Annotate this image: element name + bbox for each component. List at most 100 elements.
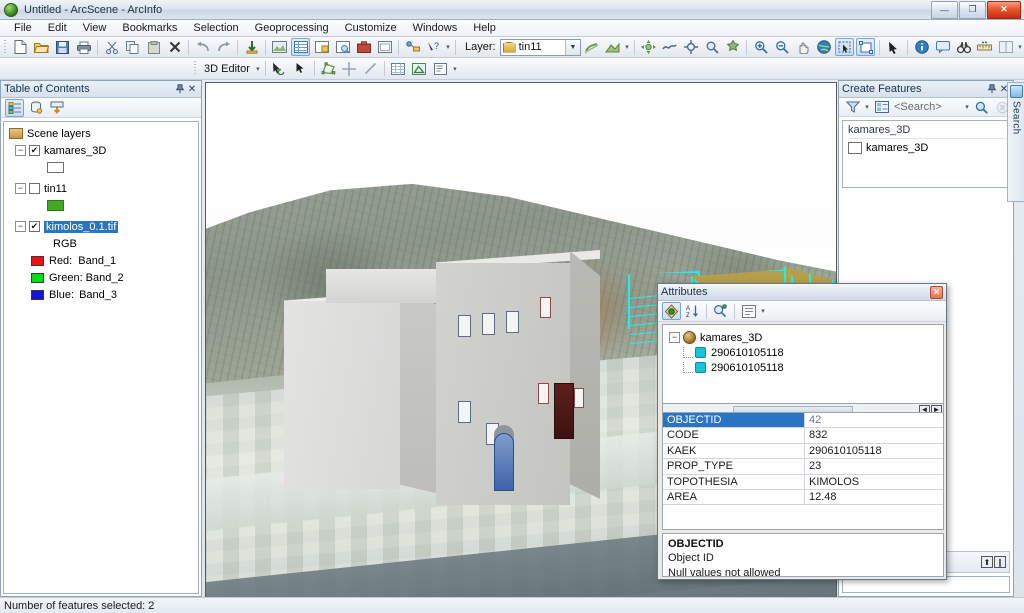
move-icon[interactable] [340,60,359,78]
field-value-cell[interactable]: 12.48 [805,490,943,504]
new-document-icon[interactable] [11,38,30,56]
delete-x-icon[interactable] [165,38,184,56]
field-value-cell[interactable]: KIMOLOS [805,475,943,489]
sketch-properties-icon[interactable] [410,60,429,78]
toc-symbol-kamares-3d[interactable] [47,160,198,175]
toolbar-grip[interactable] [3,39,8,55]
building-left-front[interactable] [284,301,400,489]
layer-checkbox-kamares-3d[interactable]: ✔ [29,145,40,156]
sort-ascending-icon[interactable]: AZ [683,302,702,320]
toc-root-scene-layers[interactable]: Scene layers [9,126,198,141]
menu-view[interactable]: View [75,21,115,35]
close-icon[interactable]: ✕ [186,83,198,95]
maximize-button[interactable]: ❐ [959,0,986,19]
field-value-cell[interactable]: 290610105118 [805,444,943,458]
show-selected-features-icon[interactable] [662,302,681,320]
model-builder-icon[interactable] [403,38,422,56]
zoom-in-icon[interactable] [751,38,770,56]
edit-vertices-arrow-icon[interactable] [291,60,310,78]
pan-hand-icon[interactable] [793,38,812,56]
find-binoculars-icon[interactable] [954,38,973,56]
white-polygon-swatch[interactable] [47,162,64,173]
pin-icon[interactable] [174,83,186,95]
green-polygon-swatch[interactable] [47,200,64,211]
layer-checkbox-kimolos-tif[interactable]: ✔ [29,221,40,232]
attributes-field-grid[interactable]: OBJECTID 42 CODE 832 KAEK 290610105118 P… [662,412,944,530]
construction-tools-toggle[interactable]: ⬆ [981,556,993,568]
redo-arrow-icon[interactable] [214,38,233,56]
organize-templates-icon[interactable] [872,98,891,116]
paste-icon[interactable] [144,38,163,56]
chevron-down-icon[interactable]: ▾ [963,98,971,116]
edit-placement-icon[interactable] [319,60,338,78]
toc-symbol-tin11[interactable] [47,198,198,213]
search-side-tab[interactable]: Search [1007,82,1024,202]
expander-icon[interactable]: − [15,183,26,194]
identify-icon[interactable] [912,38,931,56]
attributes-dialog[interactable]: Attributes ✕ AZ ▾ − kamares_3D 290610105… [657,283,947,580]
table-row[interactable]: OBJECTID 42 [663,413,943,429]
table-of-contents-icon[interactable] [291,38,310,56]
chevron-down-icon[interactable]: ▾ [254,60,262,78]
full-extent-globe-icon[interactable] [814,38,833,56]
attributes-feature-tree[interactable]: − kamares_3D 290610105118 290610105118 [662,324,944,404]
close-icon[interactable]: ✕ [930,285,943,299]
undo-arrow-icon[interactable] [193,38,212,56]
scene-properties-icon[interactable] [270,38,289,56]
attributes-tree-item[interactable]: 290610105118 [683,345,943,360]
toolbox-window-icon[interactable] [354,38,373,56]
attributes-tree-item[interactable]: 290610105118 [683,360,943,375]
layer-3d-effects-icon[interactable] [582,38,601,56]
zoom-out-icon[interactable] [772,38,791,56]
layer-shading-icon[interactable] [603,38,622,56]
blue-band-swatch[interactable] [31,289,44,300]
menu-selection[interactable]: Selection [185,21,246,35]
center-on-target-icon[interactable] [681,38,700,56]
expander-icon[interactable]: − [15,221,26,232]
toc-band-red[interactable]: Red: Band_1 [31,253,198,268]
toolbar-overflow-arrow[interactable]: ▾ [1016,38,1024,56]
select-features-icon[interactable] [835,38,854,56]
swipe-icon[interactable] [996,38,1015,56]
building-left-side[interactable] [400,288,436,493]
close-button[interactable]: ✕ [987,0,1021,19]
table-row[interactable]: CODE 832 [663,428,943,444]
toc-layer-kimolos-tif[interactable]: − ✔ kimolos_0.1.tif [15,219,198,234]
set-observer-icon[interactable] [723,38,742,56]
menu-bookmarks[interactable]: Bookmarks [114,21,185,35]
toolbar-overflow-arrow[interactable]: ▾ [444,38,452,56]
menu-geoprocessing[interactable]: Geoprocessing [247,21,337,35]
edit-tool-arrow-icon[interactable] [270,60,289,78]
whats-this-help-icon[interactable]: ? [424,38,443,56]
print-icon[interactable] [74,38,93,56]
toolbar-overflow-arrow[interactable]: ▾ [623,38,631,56]
options-list-icon[interactable] [739,302,758,320]
python-window-icon[interactable] [375,38,394,56]
menu-help[interactable]: Help [465,21,504,35]
open-folder-icon[interactable] [32,38,51,56]
layer-checkbox-tin11[interactable] [29,183,40,194]
menu-edit[interactable]: Edit [40,21,75,35]
chevron-down-icon[interactable]: ▼ [565,39,580,55]
zoom-to-target-icon[interactable] [702,38,721,56]
templates-filter-icon[interactable] [843,98,862,116]
toc-layer-kamares-3d[interactable]: − ✔ kamares_3D [15,143,198,158]
list-by-selection-icon[interactable] [47,99,66,117]
construction-tools-expand[interactable]: ❙ [994,556,1006,568]
table-row[interactable]: TOPOTHESIA KIMOLOS [663,474,943,490]
attributes-table-icon[interactable] [389,60,408,78]
search-go-icon[interactable] [972,98,991,116]
create-features-search-input[interactable]: <Search> [894,101,963,113]
attributes-window-icon[interactable] [431,60,450,78]
attributes-tree-root[interactable]: − kamares_3D [669,330,943,345]
list-by-source-icon[interactable] [26,99,45,117]
save-icon[interactable] [53,38,72,56]
toc-layer-tin11[interactable]: − tin11 [15,181,198,196]
select-graphics-icon[interactable] [856,38,875,56]
template-item-kamares-3d[interactable]: kamares_3D [848,142,1009,154]
menu-customize[interactable]: Customize [337,21,405,35]
select-elements-arrow-icon[interactable] [884,38,903,56]
list-by-drawing-order-icon[interactable] [5,98,24,117]
menu-file[interactable]: File [6,21,40,35]
chevron-down-icon[interactable]: ▾ [759,302,767,320]
